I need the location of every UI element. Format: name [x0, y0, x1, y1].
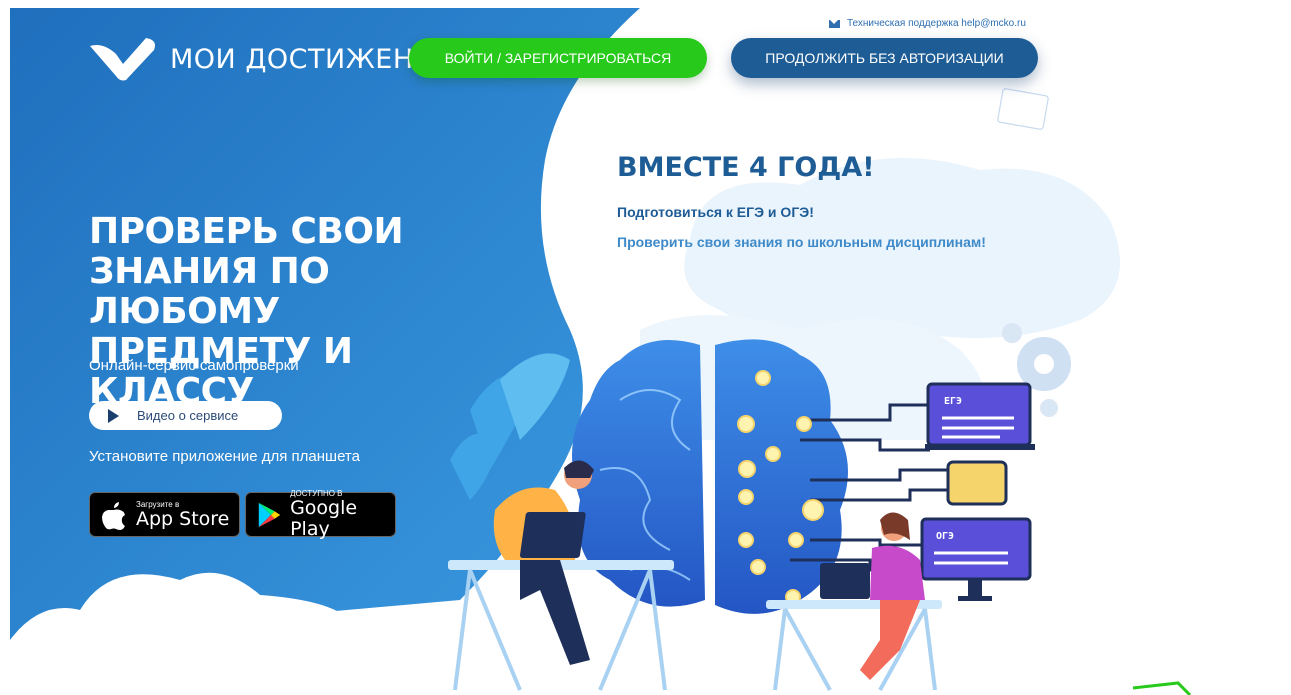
support-text: Техническая поддержка help@mcko.ru: [847, 18, 1026, 29]
hero-subtitle: Онлайн-сервис самопроверки: [89, 357, 299, 374]
promo-line-exams: Подготовиться к ЕГЭ и ОГЭ!: [617, 204, 814, 220]
promo-headline: ВМЕСТЕ 4 ГОДА!: [617, 152, 875, 183]
continue-without-auth-button[interactable]: ПРОДОЛЖИТЬ БЕЗ АВТОРИЗАЦИИ: [731, 38, 1038, 78]
support-link[interactable]: Техническая поддержка help@mcko.ru: [829, 18, 1026, 29]
google-play-icon: [258, 502, 281, 527]
video-button[interactable]: Видео о сервисе: [89, 401, 282, 430]
play-icon: [108, 408, 119, 423]
apple-icon: [102, 501, 125, 530]
appstore-big-label: App Store: [136, 507, 230, 530]
envelope-icon: [829, 19, 840, 28]
googleplay-button[interactable]: ДОСТУПНО В Google Play: [245, 489, 396, 540]
brand-logo[interactable]: МОИ ДОСТИЖЕНИЯ: [88, 36, 454, 82]
hero-title: ПРОВЕРЬ СВОИ ЗНАНИЯ ПО ЛЮБОМУ ПРЕДМЕТУ И…: [89, 211, 404, 412]
video-button-label: Видео о сервисе: [137, 408, 239, 423]
googleplay-big-label: Google Play: [290, 497, 358, 540]
monitor-oge-label: ОГЭ: [936, 531, 955, 542]
login-register-button[interactable]: ВОЙТИ / ЗАРЕГИСТРИРОВАТЬСЯ: [409, 38, 707, 78]
promo-line-subjects: Проверить свои знания по школьным дисцип…: [617, 234, 986, 250]
monitor-ege-label: ЕГЭ: [944, 396, 963, 407]
checkmark-logo-icon: [90, 38, 155, 81]
install-app-text: Установите приложение для планшета: [89, 448, 360, 465]
appstore-button[interactable]: Загрузите в App Store: [89, 492, 240, 537]
